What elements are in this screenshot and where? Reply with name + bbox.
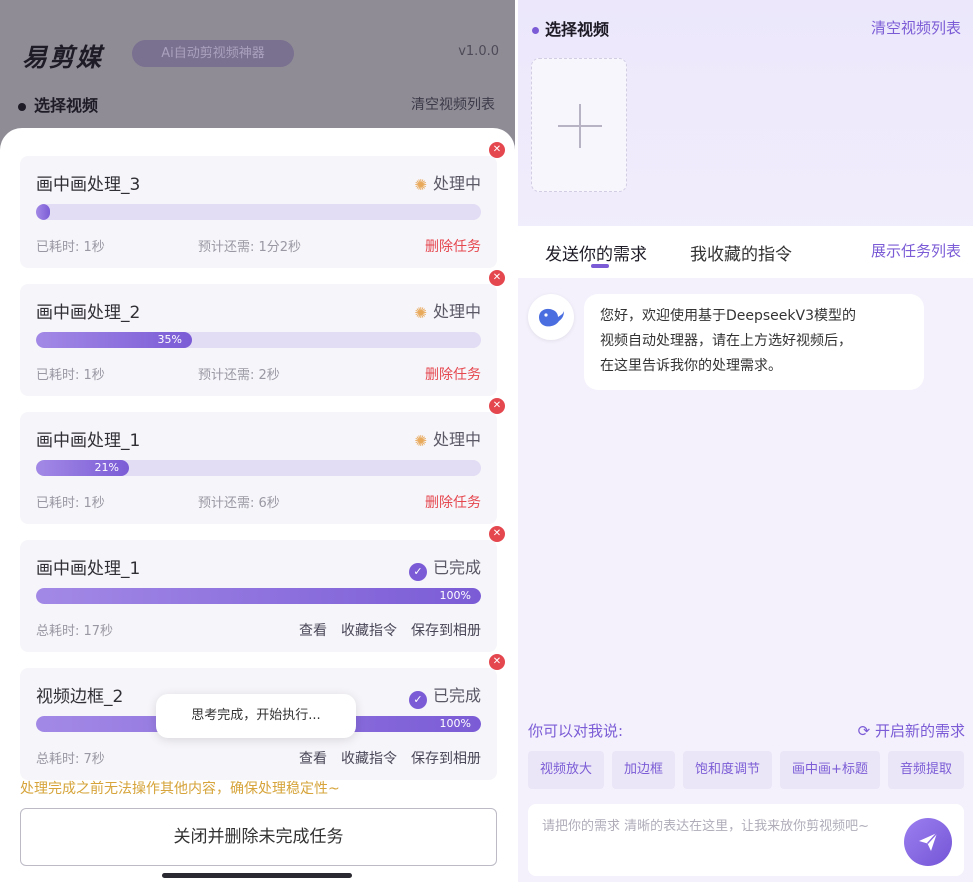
section-title: 选择视频 — [18, 92, 98, 116]
save-to-album-button[interactable]: 保存到相册 — [411, 751, 481, 767]
loading-spinner-icon: ✺ — [414, 304, 427, 322]
close-icon[interactable]: ✕ — [489, 654, 505, 670]
bot-message-bubble: 您好，欢迎使用基于DeepseekV3模型的 视频自动处理器，请在上方选好视频后… — [584, 294, 924, 390]
show-task-list-button[interactable]: 展示任务列表 — [871, 240, 961, 261]
bullet-dot — [532, 27, 539, 34]
check-circle-icon: ✓ — [408, 563, 427, 581]
task-card: ✕ 画中画处理_2 ✺ 处理中 35% 已耗时: 1秒 预计还需: 2秒 删除任务 — [20, 270, 505, 396]
task-card: ✕ 画中画处理_1 ✺ 处理中 21% 已耗时: 1秒 预计还需: 6秒 删除任务 — [20, 398, 505, 524]
total-time: 总耗时: 7秒 — [36, 752, 105, 767]
progress-fill: 35% — [36, 332, 192, 348]
clear-video-list-button[interactable]: 清空视频列表 — [871, 17, 961, 38]
new-request-label: 开启新的需求 — [874, 722, 965, 740]
task-status-text: 已完成 — [432, 558, 481, 577]
send-icon — [919, 832, 938, 851]
view-button[interactable]: 查看 — [299, 623, 327, 639]
task-status: ✓ 已完成 — [408, 554, 481, 581]
task-status: ✺ 处理中 — [414, 298, 481, 322]
progress-fill: 21% — [36, 460, 129, 476]
task-name: 画中画处理_3 — [36, 175, 141, 195]
refresh-icon: ⟳ — [857, 722, 871, 740]
collect-command-button[interactable]: 收藏指令 — [341, 751, 397, 767]
dimmed-header: 易剪媒 Ai自动剪视频神器 v1.0.0 选择视频 清空视频列表 — [0, 0, 515, 130]
remaining-time: 预计还需: 1分2秒 — [198, 240, 302, 255]
task-status-text: 处理中 — [432, 430, 481, 449]
bot-message-line: 您好，欢迎使用基于DeepseekV3模型的 — [600, 308, 857, 324]
delete-task-button[interactable]: 删除任务 — [425, 364, 481, 384]
delete-task-button[interactable]: 删除任务 — [425, 492, 481, 512]
close-icon[interactable]: ✕ — [489, 526, 505, 542]
progress-track: 35% — [36, 332, 481, 348]
collect-command-button[interactable]: 收藏指令 — [341, 623, 397, 639]
task-panel-screen: 易剪媒 Ai自动剪视频神器 v1.0.0 选择视频 清空视频列表 ✕ 画中画处理… — [0, 0, 515, 882]
bot-avatar — [528, 294, 574, 340]
home-indicator — [162, 873, 352, 878]
add-video-button[interactable] — [531, 58, 627, 192]
task-card: ✕ 画中画处理_1 ✓ 已完成 100% 总耗时: 17秒 查看 收藏指令 保存到相册 — [20, 526, 505, 652]
bot-message-line: 在这里告诉我你的处理需求。 — [600, 358, 782, 374]
task-status: ✺ 处理中 — [414, 426, 481, 450]
task-status-text: 已完成 — [432, 686, 481, 705]
suggestion-chips: 视频放大 加边框 饱和度调节 画中画+标题 音频提取 — [528, 751, 973, 791]
chat-screen: 选择视频 清空视频列表 发送你的需求 我收藏的指令 展示任务列表 您好，欢迎使用… — [518, 0, 973, 882]
suggestions-label: 你可以对我说: — [528, 722, 624, 740]
progress-fill — [36, 204, 50, 220]
task-name: 视频边框_2 — [36, 687, 124, 707]
task-name: 画中画处理_1 — [36, 559, 141, 579]
task-status-text: 处理中 — [432, 174, 481, 193]
whale-icon — [539, 308, 564, 327]
delete-task-button[interactable]: 删除任务 — [425, 236, 481, 256]
app-slogan: Ai自动剪视频神器 — [132, 40, 294, 67]
remaining-time: 预计还需: 2秒 — [198, 368, 280, 383]
send-button[interactable] — [904, 818, 952, 866]
plus-icon-vertical — [579, 104, 581, 148]
remaining-time: 预计还需: 6秒 — [198, 496, 280, 511]
task-name: 画中画处理_2 — [36, 303, 141, 323]
section-title-text: 选择视频 — [545, 20, 610, 39]
new-request-button[interactable]: ⟳ 开启新的需求 — [858, 720, 965, 741]
app-logo: 易剪媒 — [22, 43, 104, 72]
active-tab-indicator — [591, 264, 609, 268]
toast-message: 思考完成，开始执行... — [156, 694, 356, 738]
section-title: 选择视频 — [532, 16, 609, 40]
save-to-album-button[interactable]: 保存到相册 — [411, 623, 481, 639]
elapsed-time: 已耗时: 1秒 — [36, 240, 105, 255]
section-title-text: 选择视频 — [34, 96, 99, 115]
task-name: 画中画处理_1 — [36, 431, 141, 451]
suggestion-chip[interactable]: 加边框 — [612, 751, 676, 789]
bullet-dot — [18, 102, 26, 111]
bot-message-line: 视频自动处理器，请在上方选好视频后， — [600, 333, 852, 349]
progress-track: 21% — [36, 460, 481, 476]
suggestion-chip[interactable]: 音频提取 — [887, 751, 964, 789]
stability-warning: 处理完成之前无法操作其他内容，确保处理稳定性~ — [20, 781, 340, 797]
elapsed-time: 已耗时: 1秒 — [36, 496, 105, 511]
elapsed-time: 已耗时: 1秒 — [36, 368, 105, 383]
progress-track: 100% — [36, 588, 481, 604]
total-time: 总耗时: 17秒 — [36, 624, 114, 639]
progress-track — [36, 204, 481, 220]
close-icon[interactable]: ✕ — [489, 398, 505, 414]
tab-send-request[interactable]: 发送你的需求 — [545, 240, 647, 265]
task-status: ✺ 处理中 — [414, 170, 481, 194]
task-actions: 查看 收藏指令 保存到相册 — [285, 748, 481, 768]
app-version: v1.0.0 — [458, 44, 499, 59]
task-card: ✕ 画中画处理_3 ✺ 处理中 已耗时: 1秒 预计还需: 1分2秒 删除任务 — [20, 142, 505, 268]
task-status: ✓ 已完成 — [408, 682, 481, 709]
clear-video-list-link: 清空视频列表 — [411, 97, 495, 113]
loading-spinner-icon: ✺ — [414, 432, 427, 450]
suggestion-chip[interactable]: 视频放大 — [528, 751, 605, 789]
check-circle-icon: ✓ — [408, 691, 427, 709]
loading-spinner-icon: ✺ — [414, 176, 427, 194]
suggestion-chip[interactable]: 饱和度调节 — [683, 751, 773, 789]
request-input[interactable]: 请把你的需求 清晰的表达在这里，让我来放你剪视频吧~ — [528, 804, 964, 876]
close-and-delete-button[interactable]: 关闭并删除未完成任务 — [20, 808, 497, 866]
tab-collected-commands[interactable]: 我收藏的指令 — [690, 240, 792, 265]
task-status-text: 处理中 — [432, 302, 481, 321]
progress-fill: 100% — [36, 588, 481, 604]
close-icon[interactable]: ✕ — [489, 142, 505, 158]
view-button[interactable]: 查看 — [299, 751, 327, 767]
close-icon[interactable]: ✕ — [489, 270, 505, 286]
task-actions: 查看 收藏指令 保存到相册 — [285, 620, 481, 640]
suggestion-chip[interactable]: 画中画+标题 — [780, 751, 880, 789]
